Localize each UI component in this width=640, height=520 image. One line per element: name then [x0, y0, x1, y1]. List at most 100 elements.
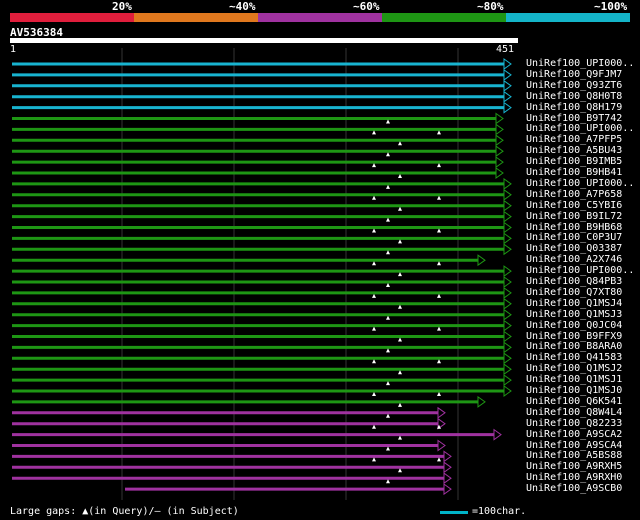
query-gap-marker: [372, 424, 376, 429]
hit-label[interactable]: UniRef100_Q1MSJ3: [526, 309, 622, 320]
hit-end-arrow: [503, 385, 512, 397]
hit-end-arrow: [495, 112, 504, 125]
hit-label[interactable]: UniRef100_Q1MSJ1: [526, 374, 622, 385]
hit-label[interactable]: UniRef100_B9HB41: [526, 167, 622, 178]
hit-label[interactable]: UniRef100_A7P658: [526, 189, 622, 200]
query-gap-marker: [437, 130, 441, 135]
query-gap-marker: [372, 228, 376, 233]
hit-end-arrow: [503, 276, 512, 288]
hit-label[interactable]: UniRef100_Q93ZT6: [526, 80, 622, 91]
hit-label[interactable]: UniRef100_Q8H0T8: [526, 91, 622, 102]
hit-label[interactable]: UniRef100_Q1MSJ0: [526, 385, 622, 396]
query-gap-marker: [398, 402, 402, 407]
query-gap-marker: [386, 315, 390, 320]
hit-label[interactable]: UniRef100_Q84PB3: [526, 276, 622, 287]
hit-label[interactable]: UniRef100_UPI000..: [526, 265, 634, 276]
hit-end-arrow: [495, 156, 504, 169]
hit-label[interactable]: UniRef100_C0P3U7: [526, 232, 622, 243]
query-gap-marker: [398, 141, 402, 146]
hit-label[interactable]: UniRef100_A9RXH0: [526, 472, 622, 483]
hit-end-arrow: [503, 308, 512, 321]
hit-label[interactable]: UniRef100_UPI000..: [526, 178, 634, 189]
query-gap-marker: [386, 250, 390, 255]
hit-label[interactable]: UniRef100_Q1MSJ2: [526, 363, 622, 374]
query-gap-marker: [437, 261, 441, 266]
query-gap-marker: [372, 293, 376, 298]
hit-end-arrow: [443, 472, 452, 485]
hit-end-arrow: [503, 188, 512, 201]
query-gap-marker: [386, 152, 390, 157]
hit-label[interactable]: UniRef100_Q6K541: [526, 396, 622, 407]
hit-end-arrow: [503, 221, 512, 234]
hit-end-arrow: [503, 68, 512, 81]
query-gap-marker: [437, 163, 441, 168]
hit-label[interactable]: UniRef100_A5BS88: [526, 450, 622, 461]
hit-end-arrow: [503, 352, 512, 365]
hit-end-arrow: [503, 265, 512, 278]
query-gap-marker: [372, 392, 376, 396]
hit-label[interactable]: UniRef100_Q82233: [526, 418, 622, 429]
hit-end-arrow: [503, 286, 512, 299]
hit-label[interactable]: UniRef100_Q8W4L4: [526, 407, 622, 418]
hit-end-arrow: [495, 134, 504, 147]
hit-label[interactable]: UniRef100_C5YBI6: [526, 200, 622, 211]
query-gap-marker: [386, 446, 390, 451]
query-gap-marker: [372, 261, 376, 266]
hit-label[interactable]: UniRef100_A9RXH5: [526, 461, 622, 472]
hit-label[interactable]: UniRef100_B9FFX9: [526, 331, 622, 342]
hit-end-arrow: [503, 177, 512, 190]
query-gap-marker: [398, 304, 402, 309]
hit-end-arrow: [503, 363, 512, 376]
hit-label[interactable]: UniRef100_A7PFP5: [526, 134, 622, 145]
hit-end-arrow: [443, 450, 452, 463]
query-gap-marker: [372, 457, 376, 462]
hit-end-arrow: [495, 167, 504, 179]
query-gap-marker: [398, 272, 402, 277]
hit-label[interactable]: UniRef100_B9IMB5: [526, 156, 622, 167]
query-gap-marker: [437, 457, 441, 462]
query-gap-marker: [398, 174, 402, 178]
hit-label[interactable]: UniRef100_Q0JC04: [526, 320, 622, 331]
query-gap-marker: [372, 130, 376, 135]
hit-end-arrow: [503, 101, 512, 114]
hit-label[interactable]: UniRef100_A5BU43: [526, 145, 622, 156]
hit-end-arrow: [493, 428, 502, 441]
hit-label[interactable]: UniRef100_Q8H179: [526, 102, 622, 113]
query-gap-marker: [386, 283, 390, 287]
query-gap-marker: [437, 359, 441, 364]
hit-end-arrow: [503, 374, 512, 387]
hit-end-arrow: [503, 90, 512, 103]
hit-label[interactable]: UniRef100_B9HB68: [526, 222, 622, 233]
hit-label[interactable]: UniRef100_B8ARA0: [526, 341, 622, 352]
hit-label[interactable]: UniRef100_A2X746: [526, 254, 622, 265]
query-gap-marker: [437, 392, 441, 396]
query-gap-marker: [372, 195, 376, 200]
hit-label[interactable]: UniRef100_UPI000..: [526, 58, 634, 69]
hit-label[interactable]: UniRef100_A9SCA2: [526, 429, 622, 440]
hit-label[interactable]: UniRef100_A9SCB0: [526, 483, 622, 494]
hit-label[interactable]: UniRef100_Q9FJM7: [526, 69, 622, 80]
query-gap-marker: [386, 217, 390, 222]
hit-end-arrow: [503, 210, 512, 223]
hit-end-arrow: [443, 461, 452, 474]
hit-end-arrow: [443, 483, 452, 496]
hit-label[interactable]: UniRef100_A9SCA4: [526, 440, 622, 451]
hit-label[interactable]: UniRef100_Q41583: [526, 352, 622, 363]
query-gap-marker: [437, 228, 441, 233]
query-gap-marker: [386, 479, 390, 484]
query-gap-marker: [437, 293, 441, 298]
hit-label[interactable]: UniRef100_Q03387: [526, 243, 622, 254]
query-gap-marker: [398, 435, 402, 440]
query-gap-marker: [386, 184, 390, 189]
hit-end-arrow: [495, 145, 504, 158]
hit-label[interactable]: UniRef100_UPI000..: [526, 123, 634, 134]
hit-label[interactable]: UniRef100_B9IL72: [526, 211, 622, 222]
hit-end-arrow: [477, 395, 486, 408]
hit-label[interactable]: UniRef100_B9T742: [526, 113, 622, 124]
query-gap-marker: [398, 337, 402, 342]
hit-label[interactable]: UniRef100_Q1MSJ4: [526, 298, 622, 309]
query-gap-marker: [437, 326, 441, 331]
query-gap-marker: [372, 359, 376, 364]
hit-end-arrow: [503, 330, 512, 343]
hit-label[interactable]: UniRef100_Q7XT80: [526, 287, 622, 298]
